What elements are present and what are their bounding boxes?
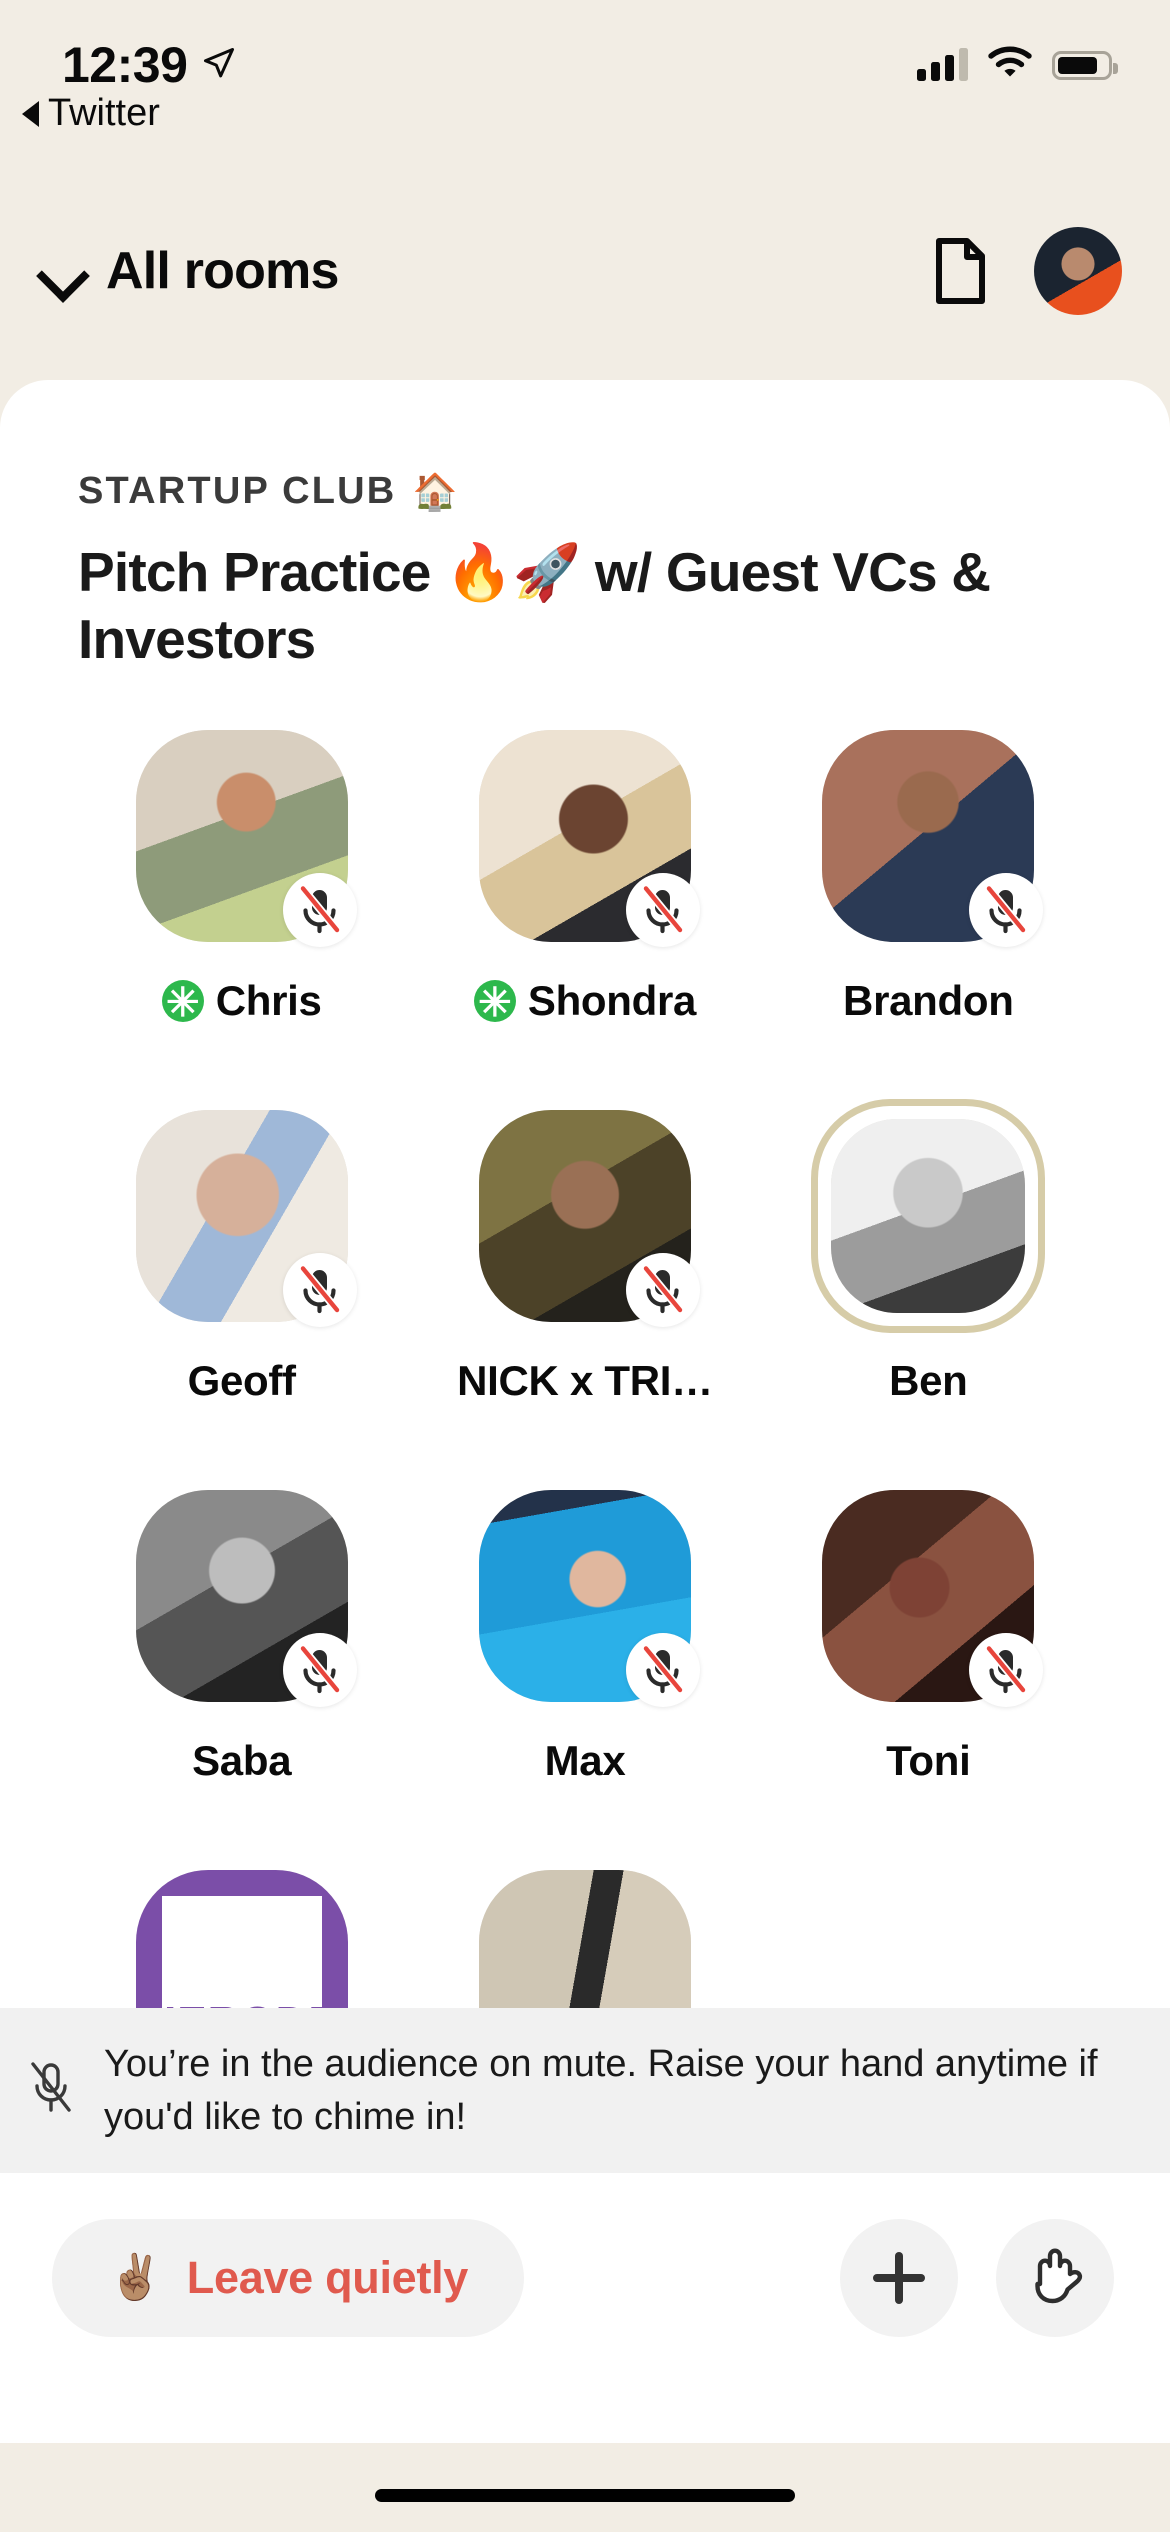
battery-icon <box>1052 50 1118 80</box>
house-icon: 🏠 <box>412 470 458 512</box>
avatar <box>125 1099 359 1333</box>
add-people-button[interactable] <box>840 2219 958 2337</box>
peace-hand-icon: ✌🏽 <box>108 2253 163 2302</box>
mic-off-icon <box>282 1633 357 1708</box>
mic-off-icon <box>282 1253 357 1328</box>
participant-tile[interactable]: NICK x TRI… <box>413 1099 756 1479</box>
participant-tile[interactable]: Saba <box>70 1479 413 1859</box>
participant-name-row: Ben <box>889 1357 968 1405</box>
participant-tile[interactable]: HERODE <box>70 1859 413 2010</box>
participant-name-row: Saba <box>192 1737 291 1785</box>
participant-tile[interactable] <box>413 1859 756 2010</box>
photo-fill <box>831 1119 1026 1314</box>
avatar <box>468 1099 702 1333</box>
participant-photo <box>478 1870 691 2010</box>
participant-name-row: ✳ Chris <box>161 977 322 1025</box>
audience-mute-message: You’re in the audience on mute. Raise yo… <box>104 2043 1098 2138</box>
audience-mute-banner: You’re in the audience on mute. Raise yo… <box>0 2008 1170 2173</box>
all-rooms-button[interactable]: All rooms <box>40 241 339 301</box>
participant-name: Shondra <box>527 977 697 1025</box>
participant-name: Ben <box>889 1357 968 1405</box>
avatar <box>811 719 1045 953</box>
participant-photo <box>831 1119 1026 1314</box>
avatar-speaking <box>811 1099 1046 1334</box>
photo-fill: HERODE <box>135 1870 348 2010</box>
nav-header-actions <box>934 227 1122 315</box>
avatar <box>468 719 702 953</box>
participant-name: NICK x TRI… <box>457 1357 713 1405</box>
avatar <box>468 1479 702 1713</box>
room-title: Pitch Practice 🔥🚀 w/ Guest VCs & Investo… <box>78 541 991 671</box>
mic-off-icon <box>969 1633 1044 1708</box>
document-icon[interactable] <box>934 238 986 304</box>
room-card: STARTUP CLUB 🏠 Pitch Practice 🔥🚀 w/ Gues… <box>0 380 1170 2010</box>
participant-photo: HERODE <box>135 1870 348 2010</box>
participant-name: Geoff <box>187 1357 296 1405</box>
club-line[interactable]: STARTUP CLUB 🏠 <box>78 470 1170 513</box>
participant-tile[interactable]: Ben <box>757 1099 1100 1479</box>
participant-name-row: Geoff <box>188 1357 296 1405</box>
participant-name: Saba <box>192 1737 292 1785</box>
photo-fill <box>478 1870 691 2010</box>
mic-off-icon <box>625 1633 700 1708</box>
cellular-signal-icon <box>917 48 968 81</box>
participant-tile[interactable]: Brandon <box>757 719 1100 1099</box>
home-indicator <box>375 2489 795 2502</box>
status-time: 12:39 <box>62 37 188 93</box>
participant-name: Chris <box>215 977 322 1025</box>
participant-name: Brandon <box>843 977 1014 1025</box>
leave-quietly-label: Leave quietly <box>186 2252 469 2303</box>
plus-icon <box>873 2252 925 2304</box>
moderator-badge-icon: ✳ <box>161 980 204 1023</box>
status-bar: 12:39 <box>0 0 1170 130</box>
avatar <box>125 719 359 953</box>
bottom-action-buttons <box>840 2219 1114 2337</box>
bottom-action-bar: ✌🏽 Leave quietly <box>0 2173 1170 2443</box>
participant-name-row: Brandon <box>843 977 1014 1025</box>
mic-off-icon <box>969 873 1044 948</box>
profile-avatar[interactable] <box>1034 227 1122 315</box>
avatar <box>468 1859 702 2010</box>
participant-name-row: Max <box>545 1737 626 1785</box>
avatar <box>125 1479 359 1713</box>
participant-name-row: NICK x TRI… <box>457 1357 713 1405</box>
raised-hand-icon <box>1024 2244 1086 2313</box>
back-to-app-label: Twitter <box>48 92 160 134</box>
chevron-down-icon <box>40 249 84 293</box>
participant-name-row: ✳ Shondra <box>473 977 697 1025</box>
mic-off-icon <box>282 873 357 948</box>
nav-header: All rooms <box>0 196 1170 346</box>
status-bar-left: 12:39 <box>62 36 237 94</box>
participant-tile[interactable]: Max <box>413 1479 756 1859</box>
participant-name: Toni <box>886 1737 971 1785</box>
location-arrow-icon <box>201 45 237 86</box>
participant-tile[interactable]: Toni <box>757 1479 1100 1859</box>
avatar: HERODE <box>125 1859 359 2010</box>
leave-quietly-button[interactable]: ✌🏽 Leave quietly <box>52 2219 525 2337</box>
all-rooms-label: All rooms <box>106 242 339 300</box>
participant-tile[interactable]: Geoff <box>70 1099 413 1479</box>
participant-tile[interactable]: ✳ Chris <box>70 719 413 1099</box>
back-triangle-icon <box>22 100 39 127</box>
mic-off-icon <box>28 2060 74 2121</box>
participant-name: Max <box>544 1737 626 1785</box>
status-bar-right <box>917 46 1118 84</box>
avatar <box>811 1479 1045 1713</box>
mic-off-icon <box>625 873 700 948</box>
participant-tile[interactable]: ✳ Shondra <box>413 719 756 1099</box>
mic-off-icon <box>625 1253 700 1328</box>
raise-hand-button[interactable] <box>996 2219 1114 2337</box>
participants-grid: ✳ Chris ✳ Shondra Brandon Geoff NICK x TRI… Ben… <box>0 719 1170 2010</box>
participant-name-row: Toni <box>886 1737 971 1785</box>
moderator-badge-icon: ✳ <box>473 980 516 1023</box>
wifi-icon <box>988 46 1032 84</box>
club-name: STARTUP CLUB <box>78 470 397 512</box>
back-to-app-link[interactable]: Twitter <box>22 92 160 135</box>
